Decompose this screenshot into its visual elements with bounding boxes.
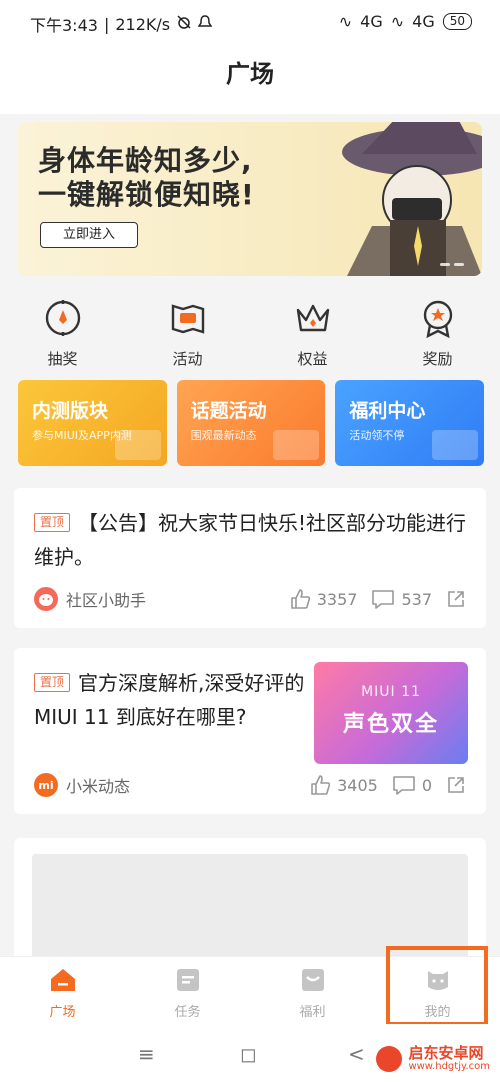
pinned-badge: 置顶 [34,513,71,532]
comment-icon [372,590,395,609]
share-icon [448,777,464,793]
feed-scroll-area[interactable]: 身体年龄知多少, 一键解锁便知晓! 立即进入 抽奖 活动 权益 奖励 内测版块 … [0,114,500,956]
like-button[interactable]: 3357 [289,588,358,610]
quick-item-label: 奖励 [422,350,453,368]
signal-icon-2: ∿ [390,12,405,31]
tab-label: 广场 [49,1005,76,1020]
watermark-name: 启东安卓网 [408,1044,484,1062]
crown-icon [296,304,329,332]
post-author[interactable]: 小米动态 [66,773,295,797]
banner-illustration [342,122,482,276]
post-thumbnail[interactable]: MIUI 11 声色双全 [314,662,468,764]
thumbnail-caption: MIUI 11 [361,684,421,700]
share-button[interactable] [446,589,466,609]
comment-button[interactable]: 0 [392,774,432,796]
quick-item-label: 活动 [172,350,203,368]
quick-item-benefits[interactable]: 权益 [250,290,375,372]
pinned-badge: 置顶 [34,673,71,692]
comment-count: 537 [401,589,432,609]
post-author[interactable]: 社区小助手 [66,587,275,611]
tab-square[interactable]: 广场 [0,957,125,1024]
image-placeholder [32,854,468,956]
share-icon [448,591,464,607]
post-card[interactable]: 置顶 官方深度解析,深受好评的 MIUI 11 到底好在哪里? MIUI 11 声… [14,648,486,814]
quick-item-rewards[interactable]: 奖励 [375,290,500,372]
thumbs-up-icon [290,589,310,609]
page-title: 广场 [226,60,274,88]
quick-item-label: 抽奖 [47,350,78,368]
tab-welfare[interactable]: 福利 [250,957,375,1024]
comment-button[interactable]: 537 [371,588,432,610]
alarm-off-icon [176,14,192,34]
home-icon [50,969,75,991]
card-decoration [273,430,320,460]
post-title[interactable]: 置顶 【公告】祝大家节日快乐!社区部分功能进行维护。 [34,506,474,574]
network-type-2: 4G [412,12,435,31]
signal-icon: ∿ [338,12,353,31]
like-count: 3405 [337,775,378,795]
banner-pager [440,263,464,266]
card-title: 福利中心 [349,400,426,422]
share-button[interactable] [446,775,466,795]
thumbnail-headline: 声色双全 [342,712,439,737]
watermark-url: www.hdgtjy.com [408,1061,490,1072]
like-count: 3357 [316,589,358,609]
battery-level: 50 [442,13,472,30]
bell-icon [197,14,213,34]
watermark: 启东安卓网 www.hdgtjy.com [376,1046,490,1072]
banner-headline: 身体年龄知多少, 一键解锁便知晓! [38,144,255,211]
thumbs-up-icon [311,775,331,795]
card-decoration [432,430,479,460]
tab-tasks[interactable]: 任务 [125,957,250,1024]
promo-banner[interactable]: 身体年龄知多少, 一键解锁便知晓! 立即进入 [18,122,482,276]
menu-nav-button[interactable]: ≡ [138,1042,155,1066]
medal-icon [423,300,452,339]
status-bar: 下午3:43 | 212K/s ∿ 4G ∿ 4G 50 [0,0,500,44]
quick-actions: 抽奖 活动 权益 奖励 [0,290,500,372]
like-button[interactable]: 3405 [309,774,378,796]
status-time: 下午3:43 [30,16,98,35]
activity-icon [171,304,204,334]
card-title: 内测版块 [32,400,109,422]
comment-icon [393,776,415,795]
feature-cards: 内测版块 参与MIUI及APP内测 话题活动 围观最新动态 福利中心 活动领不停 [18,380,485,466]
page-header: 广场 [0,44,500,114]
quick-item-label: 权益 [297,350,328,368]
post-meta: 社区小助手 3357 537 [34,586,466,612]
home-nav-button[interactable]: ◻ [240,1042,257,1066]
post-card[interactable]: 置顶 【公告】祝大家节日快乐!社区部分功能进行维护。 社区小助手 3357 537 [14,488,486,628]
comment-count: 0 [421,775,432,795]
network-type-1: 4G [360,12,383,31]
lottery-icon [45,300,80,336]
task-icon [176,969,199,991]
card-title: 话题活动 [190,400,267,422]
post-card-loading [14,838,486,956]
card-welfare-center[interactable]: 福利中心 活动领不停 [335,380,485,466]
gift-icon [301,969,324,991]
banner-enter-button[interactable]: 立即进入 [40,222,138,248]
highlight-box [386,946,488,1026]
avatar[interactable] [34,587,58,611]
card-beta-section[interactable]: 内测版块 参与MIUI及APP内测 [18,380,167,466]
post-meta: mi 小米动态 3405 0 [34,772,466,798]
card-decoration [114,430,161,460]
quick-item-lottery[interactable]: 抽奖 [0,290,125,372]
network-speed: 212K/s [115,14,171,34]
tab-label: 任务 [174,1005,201,1020]
card-topic-activity[interactable]: 话题活动 围观最新动态 [176,380,326,466]
back-nav-button[interactable]: < [348,1042,365,1066]
quick-item-activity[interactable]: 活动 [125,290,250,372]
tab-label: 福利 [299,1005,326,1020]
watermark-logo [376,1046,403,1072]
post-title[interactable]: 置顶 官方深度解析,深受好评的 MIUI 11 到底好在哪里? [34,666,314,734]
avatar[interactable]: mi [34,773,58,797]
